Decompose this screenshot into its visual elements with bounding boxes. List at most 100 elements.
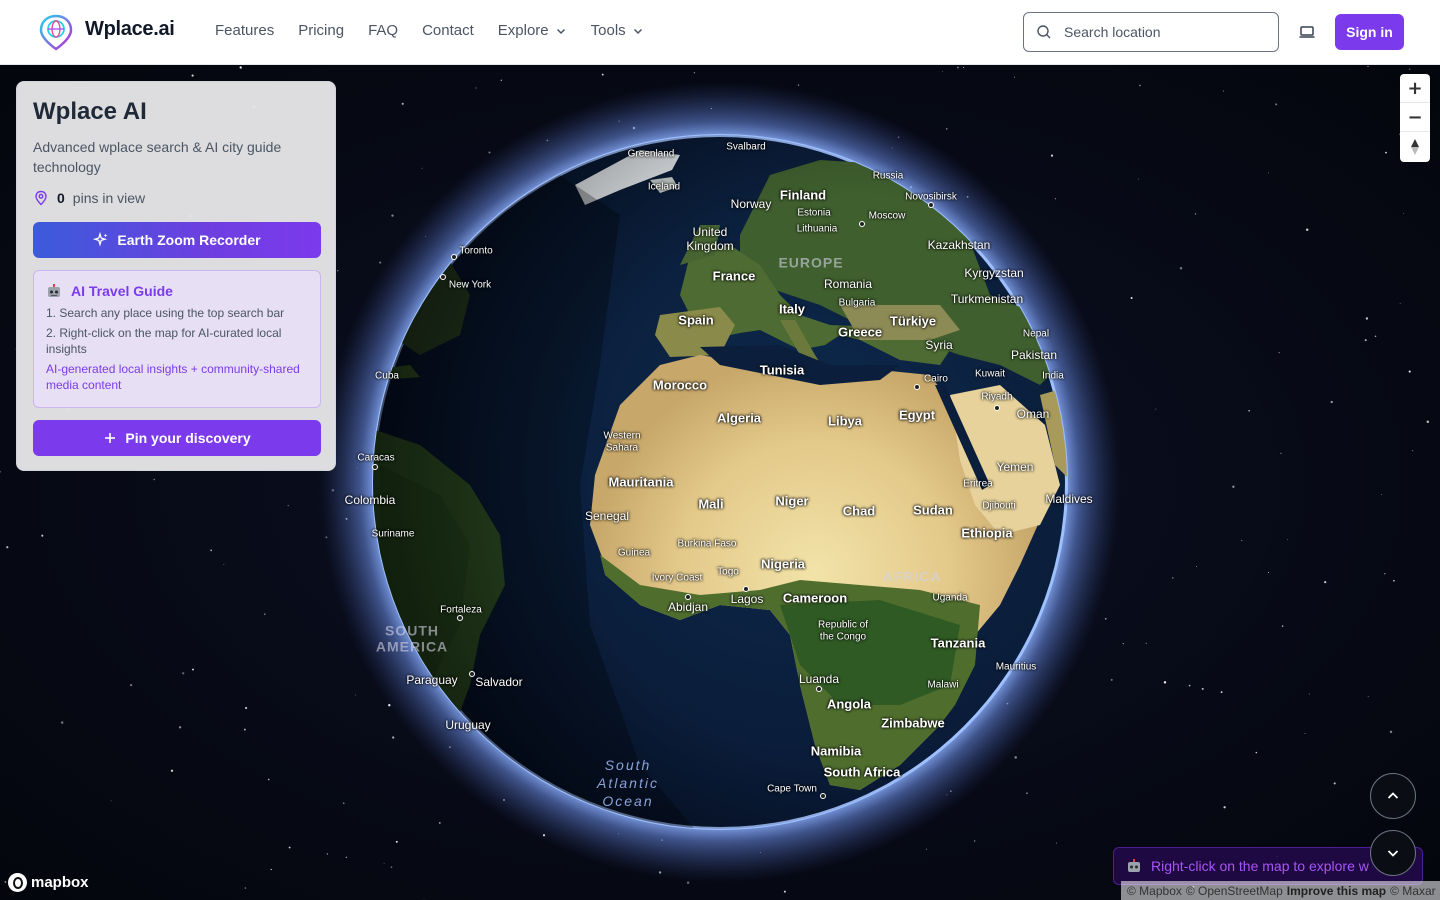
scroll-up-button[interactable] (1370, 773, 1416, 819)
map-label: Republic of (817, 619, 869, 631)
nav-explore-dropdown[interactable]: Explore (498, 22, 567, 39)
map-label: South Africa (823, 764, 901, 780)
wplace-logo-icon[interactable] (38, 13, 74, 51)
nav-faq[interactable]: FAQ (368, 22, 398, 39)
map-label: Novosibirsk (905, 191, 957, 203)
map-label: Türkiye (889, 313, 937, 329)
attribution-mapbox-link[interactable]: © Mapbox (1127, 884, 1182, 898)
map-label: Spain (678, 312, 714, 328)
nav-contact[interactable]: Contact (422, 22, 474, 39)
map-label: Yemen (996, 460, 1034, 474)
toast-text: Right-click on the map to explore w (1151, 858, 1369, 874)
city-marker[interactable] (994, 405, 1000, 411)
attribution-osm-link[interactable]: © OpenStreetMap (1186, 884, 1283, 898)
city-marker[interactable] (859, 221, 865, 227)
city-marker[interactable] (457, 615, 463, 621)
main-nav: Features Pricing FAQ Contact Explore Too… (215, 22, 668, 39)
city-marker[interactable] (469, 671, 475, 677)
nav-label: Explore (497, 22, 549, 39)
map-label: Fortaleza (440, 604, 482, 616)
nav-tools-dropdown[interactable]: Tools (591, 22, 644, 39)
zoom-out-button[interactable]: − (1400, 103, 1430, 132)
pins-counter: 0 pins in view (33, 190, 145, 206)
city-marker[interactable] (743, 586, 749, 592)
nav-features[interactable]: Features (215, 22, 274, 39)
improve-map-link[interactable]: Improve this map (1287, 884, 1386, 898)
earth-zoom-recorder-button[interactable]: Earth Zoom Recorder (33, 222, 321, 258)
map-label: Algeria (716, 410, 762, 426)
pin-discovery-button[interactable]: Pin your discovery (33, 420, 321, 456)
nav-label: Tools (590, 22, 626, 39)
map-label: Uganda (932, 592, 968, 604)
laptop-icon[interactable] (1297, 22, 1317, 42)
city-marker[interactable] (451, 254, 457, 260)
city-marker[interactable] (928, 202, 934, 208)
panel-title: Wplace AI (33, 98, 147, 125)
search-input[interactable] (1064, 24, 1254, 40)
map-label: Nepal (1022, 328, 1050, 340)
map-label: Angola (826, 696, 872, 712)
nav-pricing[interactable]: Pricing (298, 22, 344, 39)
compass-icon (1411, 138, 1419, 155)
map-label: Mali (698, 496, 724, 512)
map-label: Abidjan (667, 600, 709, 614)
sign-in-button[interactable]: Sign in (1335, 14, 1404, 50)
map-label: Djibouti (982, 500, 1016, 512)
city-marker[interactable] (440, 274, 446, 280)
robot-icon (1128, 859, 1140, 872)
map-label: Oman (1016, 407, 1050, 421)
map-label: Ocean (602, 793, 654, 809)
city-marker[interactable] (820, 793, 826, 799)
guide-heading: AI Travel Guide (46, 283, 308, 299)
map-label: Guinea (617, 547, 651, 559)
map-label: Cairo (924, 373, 948, 385)
city-marker[interactable] (914, 384, 920, 390)
chevron-down-icon (1387, 850, 1399, 857)
map-label: Morocco (652, 377, 708, 393)
plus-icon (105, 433, 116, 443)
map-label: New York (448, 279, 492, 291)
guide-step-2: 2. Right-click on the map for AI-curated… (46, 326, 282, 356)
map-label: EUROPE (778, 254, 844, 271)
compass-reset-button[interactable] (1400, 132, 1430, 161)
pins-label: pins in view (72, 190, 146, 206)
city-marker[interactable] (372, 464, 378, 470)
panel-subtitle: Advanced wplace search & AI city guide t… (33, 139, 282, 175)
map-label: Kingdom (686, 239, 734, 253)
map-label: Colombia (344, 493, 396, 507)
chevron-down-icon (633, 28, 642, 34)
map-label: Cameroon (782, 590, 848, 606)
map-label: Western (603, 430, 641, 442)
ai-travel-guide-card: AI Travel Guide 1. Search any place usin… (33, 270, 321, 408)
button-label: Pin your discovery (125, 430, 251, 446)
map-label: Estonia (797, 207, 831, 219)
map-label: Salvador (475, 675, 523, 689)
sparkles-icon (93, 232, 108, 247)
attribution-maxar-link[interactable]: © Maxar (1390, 884, 1436, 898)
map-label: United (692, 225, 728, 239)
map-label: the Congo (819, 631, 867, 643)
map-zoom-controls: + − (1400, 74, 1430, 162)
zoom-in-button[interactable]: + (1400, 74, 1430, 103)
map-label: Toronto (459, 245, 493, 257)
brand-name[interactable]: Wplace.ai (85, 18, 175, 41)
city-marker[interactable] (685, 594, 691, 600)
scroll-down-button[interactable] (1370, 830, 1416, 876)
map-label: Finland (779, 187, 827, 203)
map-label: Sahara (605, 442, 639, 454)
search-icon (1037, 25, 1051, 39)
map-label: Greece (837, 324, 883, 340)
map-label: India (1042, 370, 1064, 382)
chevron-down-icon (556, 28, 565, 34)
map-label: Paraguay (406, 673, 458, 687)
map-label: Mauritius (995, 661, 1037, 673)
mapbox-logo[interactable]: mapbox (8, 873, 89, 892)
map-label: Cape Town (767, 783, 817, 795)
search-box[interactable] (1023, 12, 1279, 52)
city-marker[interactable] (816, 686, 822, 692)
map-label: Egypt (898, 407, 936, 423)
map-label: Zimbabwe (881, 715, 945, 731)
map-label: Uruguay (445, 718, 491, 732)
map-attribution: © Mapbox © OpenStreetMap Improve this ma… (1121, 881, 1440, 900)
map-label: Eritrea (963, 478, 993, 490)
